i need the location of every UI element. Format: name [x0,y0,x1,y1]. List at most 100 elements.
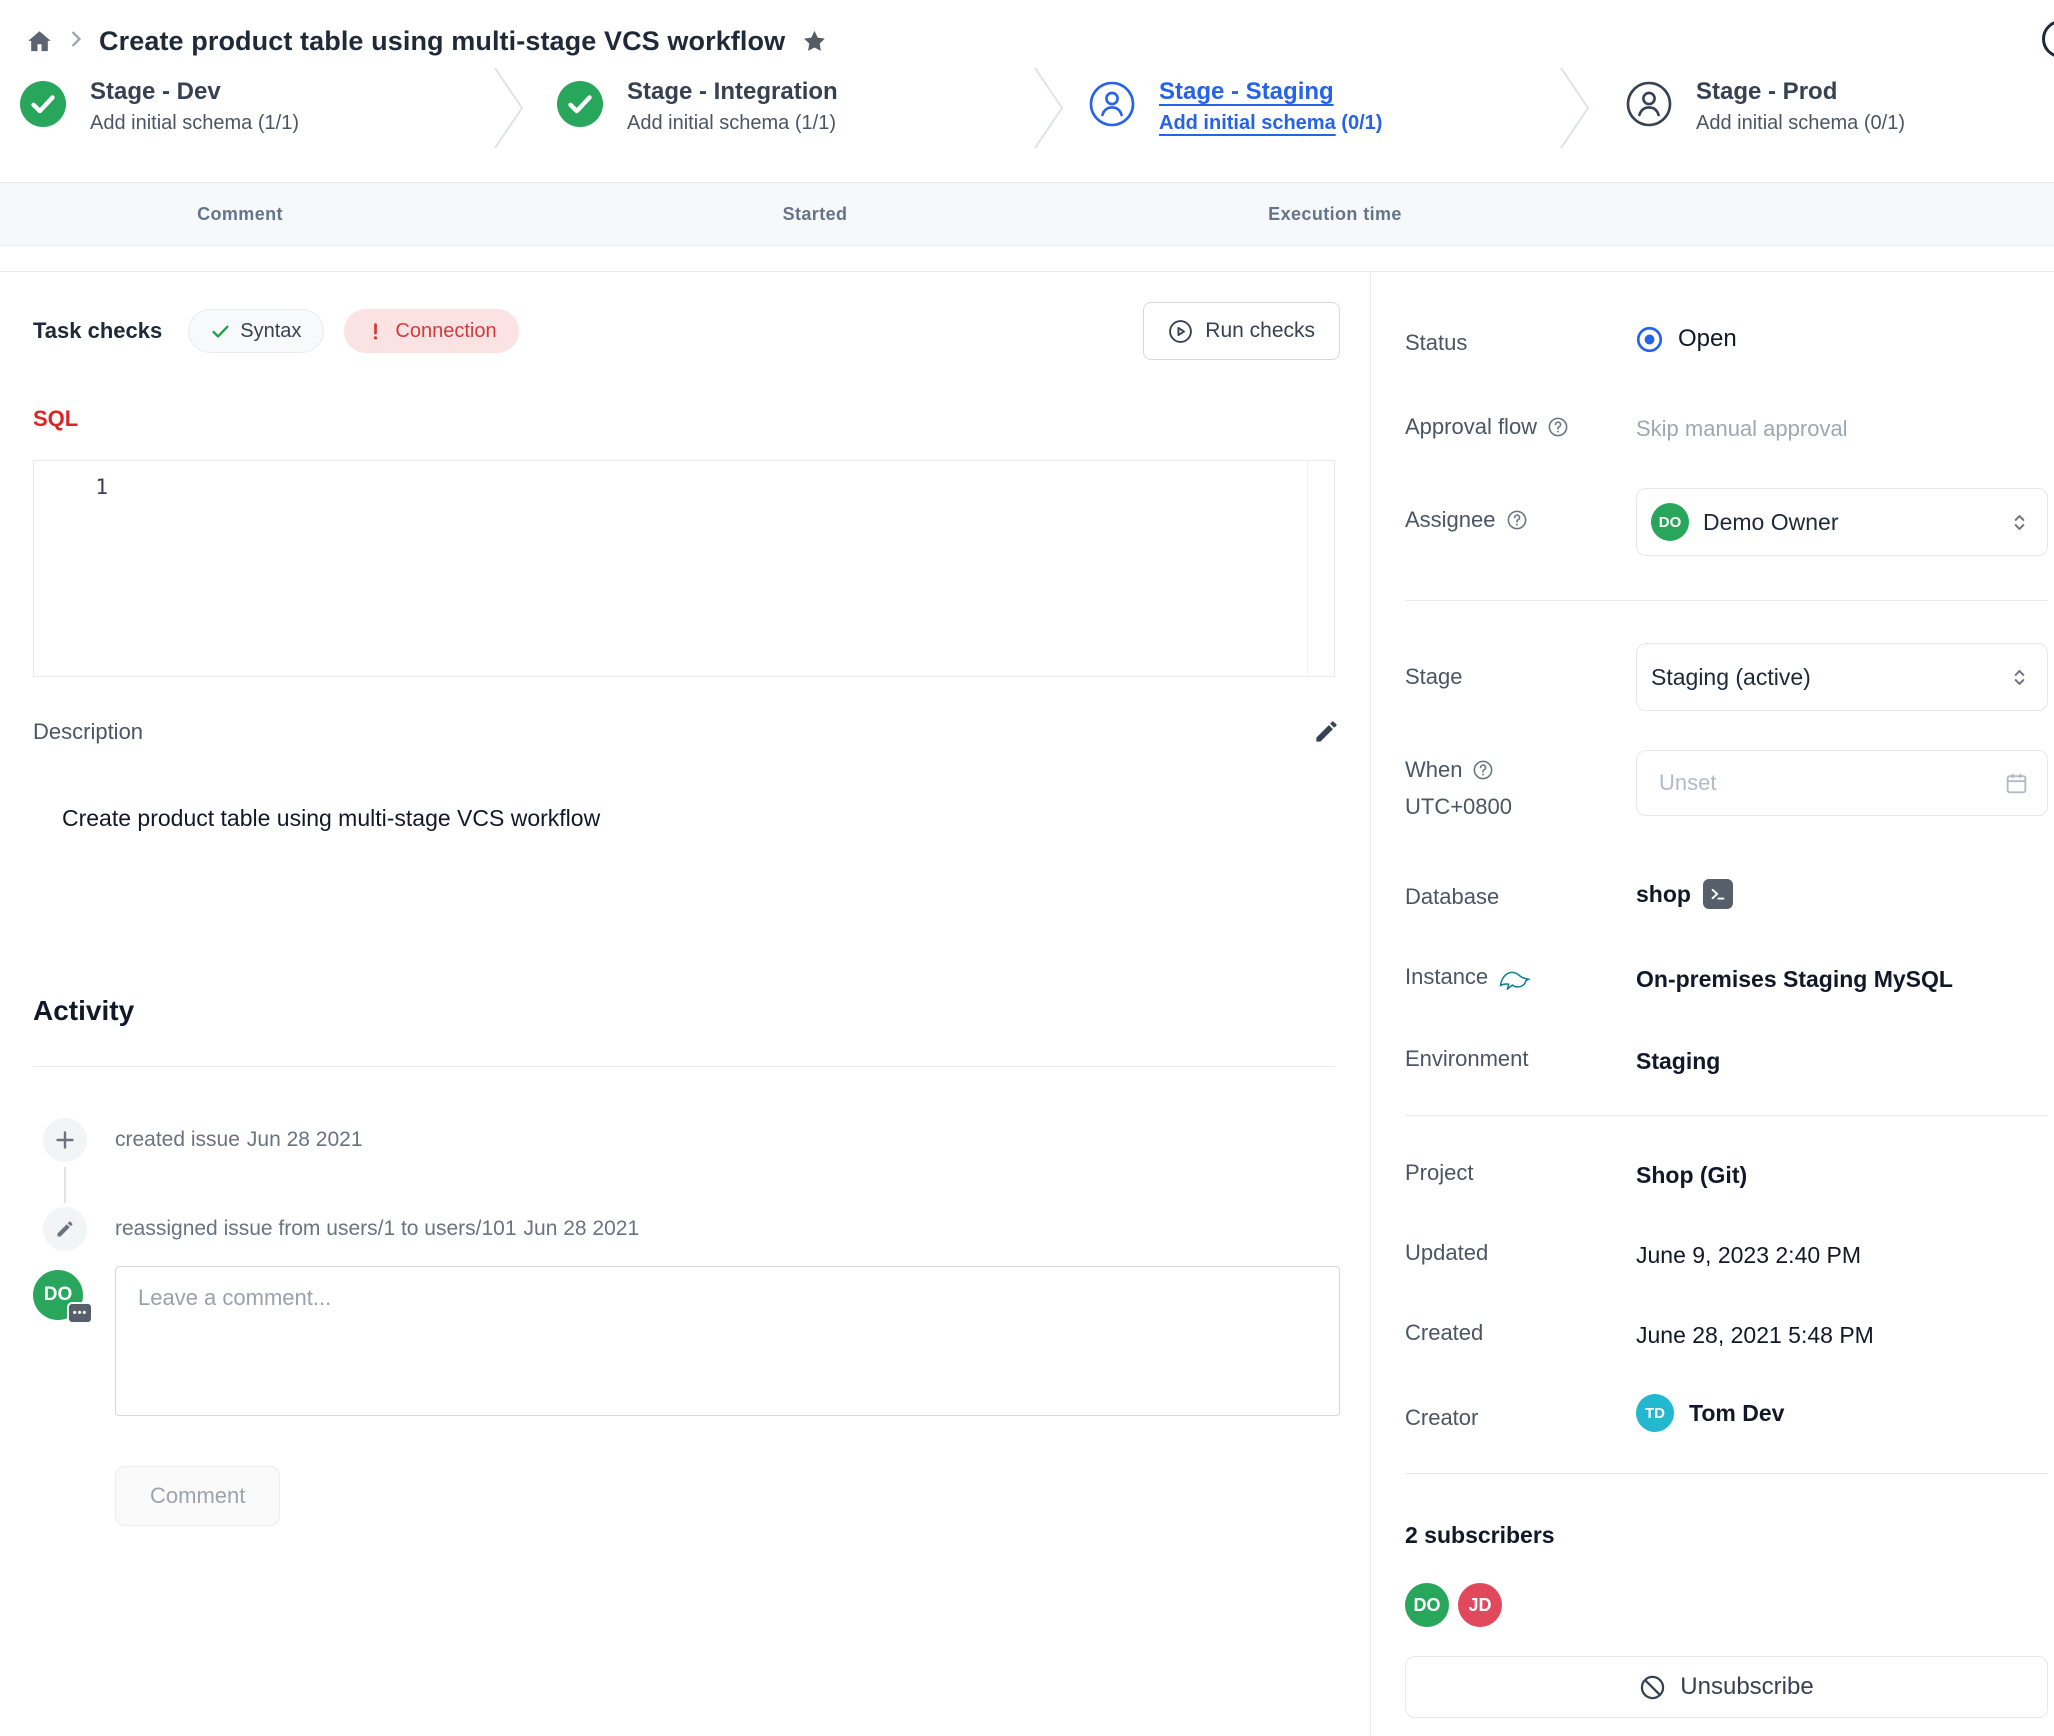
activity-event: created issueJun 28 2021 [43,1118,363,1162]
stage-select[interactable]: Staging (active) [1636,643,2048,711]
comment-input[interactable] [115,1266,1340,1416]
column-header-comment: Comment [197,183,283,245]
divider [1405,1473,2048,1474]
creator-value[interactable]: TD Tom Dev [1636,1394,1784,1432]
updated-value: June 9, 2023 2:40 PM [1636,1242,1861,1269]
divider [0,271,2054,272]
slash-circle-icon [1639,1674,1666,1701]
when-timezone: UTC+0800 [1405,794,1512,820]
check-icon [211,322,230,341]
updated-label: Updated [1405,1240,1488,1266]
pipeline-stage-dev[interactable]: Stage - Dev Add initial schema (1/1) [20,80,299,133]
current-user-avatar: DO ••• [33,1270,83,1320]
stage-task: Add initial schema (1/1) [90,113,299,133]
instance-label: Instance [1405,964,1534,990]
instance-value[interactable]: On-premises Staging MySQL [1636,966,1953,993]
radio-open-icon [1636,326,1663,353]
assignee-select[interactable]: DO Demo Owner [1636,488,2048,556]
project-value[interactable]: Shop (Git) [1636,1162,1747,1189]
pipeline-stage-prod[interactable]: Stage - Prod Add initial schema (0/1) [1626,80,1905,133]
chevron-updown-icon [2008,666,2031,689]
mysql-dolphin-icon [1498,964,1534,990]
stage-title: Stage - Prod [1696,80,1905,104]
database-value[interactable]: shop [1636,879,1733,909]
approval-flow-label: Approval flow [1405,414,1569,440]
breadcrumb: Create product table using multi-stage V… [26,26,828,57]
activity-event-text: reassigned issue from users/1 to users/1… [115,1217,639,1241]
activity-event: reassigned issue from users/1 to users/1… [43,1207,639,1251]
page-title: Create product table using multi-stage V… [99,26,785,57]
sql-section-label: SQL [33,406,78,432]
stage-label: Stage [1405,664,1463,690]
exclamation-icon [366,322,385,341]
check-circle-icon [557,81,603,132]
stage-separator-icon [1558,66,1592,150]
activity-event-text: created issueJun 28 2021 [115,1128,363,1152]
divider [1405,600,2048,601]
divider [1370,272,1371,1736]
user-circle-icon [1089,81,1135,132]
chevron-updown-icon [2008,511,2031,534]
assignee-label: Assignee [1405,507,1528,533]
calendar-icon [2004,771,2029,796]
project-label: Project [1405,1160,1473,1186]
description-header: Description [33,718,1340,745]
subscribers-avatars: DO JD [1405,1583,1502,1627]
help-icon[interactable] [1506,509,1528,531]
comment-button[interactable]: Comment [115,1466,280,1526]
creator-label: Creator [1405,1405,1478,1431]
stage-task: Add initial schema (0/1) [1696,113,1905,133]
description-text: Create product table using multi-stage V… [62,805,600,832]
stage-task: Add initial schema (1/1) [627,113,838,133]
help-icon[interactable] [1472,759,1494,781]
unsubscribe-button[interactable]: Unsubscribe [1405,1656,2048,1718]
check-circle-icon [20,81,66,132]
home-icon[interactable] [26,28,53,55]
status-value[interactable]: Open [1636,325,1737,353]
run-checks-button[interactable]: Run checks [1143,302,1340,360]
edit-description-button[interactable] [1313,718,1340,745]
divider [1405,1115,2048,1116]
creator-avatar: TD [1636,1394,1674,1432]
task-checks-label: Task checks [33,318,162,344]
column-header-started: Started [783,183,848,245]
issue-detail-page: Create product table using multi-stage V… [0,0,2054,1736]
stage-separator-icon [1032,66,1066,150]
editor-minimap-divider [1307,461,1308,676]
help-circle-icon[interactable] [2042,20,2054,58]
comment-bubble-icon: ••• [67,1302,93,1324]
pipeline-stage-integration[interactable]: Stage - Integration Add initial schema (… [557,80,838,133]
check-badge-syntax[interactable]: Syntax [188,309,324,353]
when-datetime-input[interactable]: Unset [1636,750,2048,816]
environment-value: Staging [1636,1048,1720,1075]
stage-task-active-link[interactable]: Add initial schema (0/1) [1159,113,1382,133]
subscriber-avatar[interactable]: JD [1458,1583,1502,1627]
stage-title: Stage - Integration [627,80,838,104]
stage-title-active-link[interactable]: Stage - Staging [1159,80,1382,104]
description-label: Description [33,719,143,745]
user-circle-icon [1626,81,1672,132]
activity-heading: Activity [33,995,134,1027]
help-icon[interactable] [1547,416,1569,438]
column-header-execution-time: Execution time [1268,183,1402,245]
terminal-icon[interactable] [1703,879,1733,909]
task-table-header: Comment Started Execution time [0,182,2054,246]
subscriber-avatar[interactable]: DO [1405,1583,1449,1627]
subscribers-heading: 2 subscribers [1405,1522,1555,1549]
pipeline-stage-staging[interactable]: Stage - Staging Add initial schema (0/1) [1089,80,1382,133]
star-icon[interactable] [801,28,828,55]
pencil-icon [43,1207,87,1251]
created-label: Created [1405,1320,1483,1346]
divider [33,1066,1335,1067]
stage-separator-icon [492,66,526,150]
timeline-connector [64,1167,66,1203]
check-badge-connection[interactable]: Connection [344,309,518,353]
task-checks-row: Task checks Syntax Connection Run checks [33,302,1340,360]
breadcrumb-chevron-icon [69,31,83,52]
sql-code-editor[interactable]: 1 [33,460,1335,677]
created-value: June 28, 2021 5:48 PM [1636,1322,1874,1349]
stage-title: Stage - Dev [90,80,299,104]
line-number: 1 [34,475,108,499]
play-circle-icon [1168,319,1193,344]
when-label: When [1405,757,1494,783]
